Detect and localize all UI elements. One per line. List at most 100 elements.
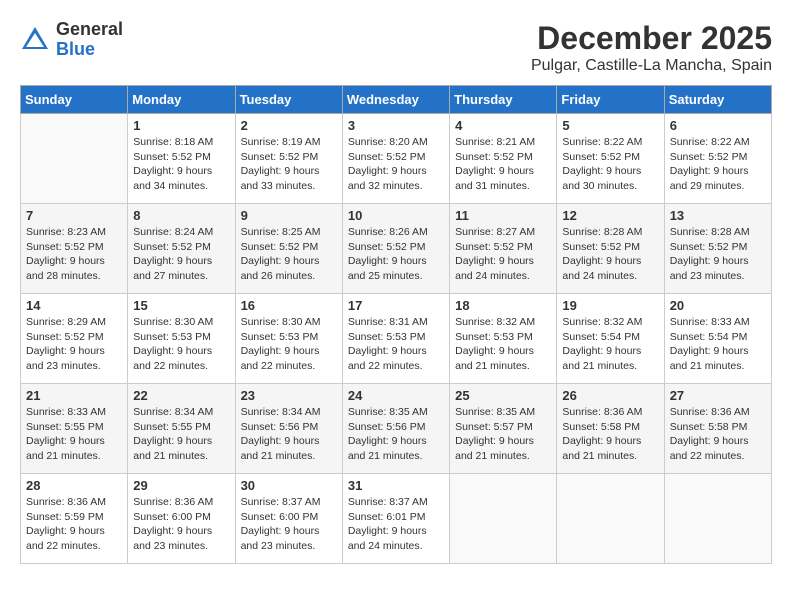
day-info: Sunrise: 8:34 AMSunset: 5:55 PMDaylight:… <box>133 405 229 464</box>
day-info: Sunrise: 8:35 AMSunset: 5:56 PMDaylight:… <box>348 405 444 464</box>
day-info: Sunrise: 8:20 AMSunset: 5:52 PMDaylight:… <box>348 135 444 194</box>
calendar-week-row: 28 Sunrise: 8:36 AMSunset: 5:59 PMDayligh… <box>21 474 772 564</box>
day-info: Sunrise: 8:37 AMSunset: 6:01 PMDaylight:… <box>348 495 444 554</box>
calendar-cell: 28 Sunrise: 8:36 AMSunset: 5:59 PMDayligh… <box>21 474 128 564</box>
day-number: 8 <box>133 208 229 223</box>
day-info: Sunrise: 8:37 AMSunset: 6:00 PMDaylight:… <box>241 495 337 554</box>
day-number: 13 <box>670 208 766 223</box>
calendar-cell: 11 Sunrise: 8:27 AMSunset: 5:52 PMDayligh… <box>450 204 557 294</box>
calendar-cell: 10 Sunrise: 8:26 AMSunset: 5:52 PMDayligh… <box>342 204 449 294</box>
day-info: Sunrise: 8:31 AMSunset: 5:53 PMDaylight:… <box>348 315 444 374</box>
calendar-cell: 21Sunrise: 8:33 AMSunset: 5:55 PMDayligh… <box>21 384 128 474</box>
calendar-cell: 27 Sunrise: 8:36 AMSunset: 5:58 PMDayligh… <box>664 384 771 474</box>
day-number: 23 <box>241 388 337 403</box>
calendar-week-row: 21Sunrise: 8:33 AMSunset: 5:55 PMDayligh… <box>21 384 772 474</box>
day-info: Sunrise: 8:33 AMSunset: 5:55 PMDaylight:… <box>26 405 122 464</box>
calendar-cell: 29 Sunrise: 8:36 AMSunset: 6:00 PMDayligh… <box>128 474 235 564</box>
day-number: 29 <box>133 478 229 493</box>
calendar-header-day: Monday <box>128 86 235 114</box>
day-info: Sunrise: 8:30 AMSunset: 5:53 PMDaylight:… <box>241 315 337 374</box>
day-number: 7 <box>26 208 122 223</box>
day-number: 16 <box>241 298 337 313</box>
day-info: Sunrise: 8:32 AMSunset: 5:53 PMDaylight:… <box>455 315 551 374</box>
day-info: Sunrise: 8:32 AMSunset: 5:54 PMDaylight:… <box>562 315 658 374</box>
calendar-header-day: Friday <box>557 86 664 114</box>
day-number: 25 <box>455 388 551 403</box>
logo-blue: Blue <box>56 40 123 60</box>
calendar-cell <box>21 114 128 204</box>
calendar-cell <box>450 474 557 564</box>
day-info: Sunrise: 8:36 AMSunset: 6:00 PMDaylight:… <box>133 495 229 554</box>
calendar-cell: 1 Sunrise: 8:18 AMSunset: 5:52 PMDaylight… <box>128 114 235 204</box>
day-info: Sunrise: 8:36 AMSunset: 5:59 PMDaylight:… <box>26 495 122 554</box>
calendar-header-day: Thursday <box>450 86 557 114</box>
calendar-cell: 2Sunrise: 8:19 AMSunset: 5:52 PMDaylight… <box>235 114 342 204</box>
day-info: Sunrise: 8:36 AMSunset: 5:58 PMDaylight:… <box>670 405 766 464</box>
day-info: Sunrise: 8:27 AMSunset: 5:52 PMDaylight:… <box>455 225 551 284</box>
calendar-cell: 16 Sunrise: 8:30 AMSunset: 5:53 PMDayligh… <box>235 294 342 384</box>
day-number: 14 <box>26 298 122 313</box>
day-info: Sunrise: 8:22 AMSunset: 5:52 PMDaylight:… <box>670 135 766 194</box>
day-info: Sunrise: 8:19 AMSunset: 5:52 PMDaylight:… <box>241 135 337 194</box>
day-number: 15 <box>133 298 229 313</box>
day-number: 28 <box>26 478 122 493</box>
calendar-cell: 24 Sunrise: 8:35 AMSunset: 5:56 PMDayligh… <box>342 384 449 474</box>
month-year: December 2025 <box>531 20 772 57</box>
calendar-cell: 18Sunrise: 8:32 AMSunset: 5:53 PMDayligh… <box>450 294 557 384</box>
logo-text: General Blue <box>56 20 123 60</box>
calendar-cell: 8Sunrise: 8:24 AMSunset: 5:52 PMDaylight… <box>128 204 235 294</box>
calendar-cell: 26Sunrise: 8:36 AMSunset: 5:58 PMDayligh… <box>557 384 664 474</box>
calendar-cell: 6 Sunrise: 8:22 AMSunset: 5:52 PMDaylight… <box>664 114 771 204</box>
calendar-header-row: SundayMondayTuesdayWednesdayThursdayFrid… <box>21 86 772 114</box>
logo-icon <box>20 25 50 55</box>
day-number: 27 <box>670 388 766 403</box>
calendar-week-row: 7 Sunrise: 8:23 AMSunset: 5:52 PMDaylight… <box>21 204 772 294</box>
calendar-cell <box>557 474 664 564</box>
calendar-cell: 25Sunrise: 8:35 AMSunset: 5:57 PMDayligh… <box>450 384 557 474</box>
logo-general: General <box>56 20 123 40</box>
calendar-cell: 22 Sunrise: 8:34 AMSunset: 5:55 PMDayligh… <box>128 384 235 474</box>
calendar-cell: 20Sunrise: 8:33 AMSunset: 5:54 PMDayligh… <box>664 294 771 384</box>
calendar-cell <box>664 474 771 564</box>
day-number: 6 <box>670 118 766 133</box>
day-number: 3 <box>348 118 444 133</box>
day-info: Sunrise: 8:29 AMSunset: 5:52 PMDaylight:… <box>26 315 122 374</box>
calendar-cell: 4 Sunrise: 8:21 AMSunset: 5:52 PMDaylight… <box>450 114 557 204</box>
day-number: 4 <box>455 118 551 133</box>
day-number: 9 <box>241 208 337 223</box>
day-info: Sunrise: 8:25 AMSunset: 5:52 PMDaylight:… <box>241 225 337 284</box>
day-number: 22 <box>133 388 229 403</box>
day-info: Sunrise: 8:28 AMSunset: 5:52 PMDaylight:… <box>562 225 658 284</box>
day-info: Sunrise: 8:34 AMSunset: 5:56 PMDaylight:… <box>241 405 337 464</box>
day-info: Sunrise: 8:33 AMSunset: 5:54 PMDaylight:… <box>670 315 766 374</box>
calendar-header-day: Tuesday <box>235 86 342 114</box>
day-info: Sunrise: 8:18 AMSunset: 5:52 PMDaylight:… <box>133 135 229 194</box>
day-number: 19 <box>562 298 658 313</box>
day-number: 24 <box>348 388 444 403</box>
day-number: 17 <box>348 298 444 313</box>
day-info: Sunrise: 8:28 AMSunset: 5:52 PMDaylight:… <box>670 225 766 284</box>
day-info: Sunrise: 8:21 AMSunset: 5:52 PMDaylight:… <box>455 135 551 194</box>
calendar-cell: 31Sunrise: 8:37 AMSunset: 6:01 PMDayligh… <box>342 474 449 564</box>
calendar-cell: 14 Sunrise: 8:29 AMSunset: 5:52 PMDayligh… <box>21 294 128 384</box>
day-info: Sunrise: 8:23 AMSunset: 5:52 PMDaylight:… <box>26 225 122 284</box>
logo: General Blue <box>20 20 123 60</box>
day-number: 1 <box>133 118 229 133</box>
calendar-table: SundayMondayTuesdayWednesdayThursdayFrid… <box>20 85 772 564</box>
location: Pulgar, Castille-La Mancha, Spain <box>531 57 772 75</box>
calendar-body: 1 Sunrise: 8:18 AMSunset: 5:52 PMDaylight… <box>21 114 772 564</box>
day-number: 26 <box>562 388 658 403</box>
calendar-header-day: Saturday <box>664 86 771 114</box>
day-info: Sunrise: 8:26 AMSunset: 5:52 PMDaylight:… <box>348 225 444 284</box>
day-number: 10 <box>348 208 444 223</box>
day-number: 12 <box>562 208 658 223</box>
calendar-week-row: 14 Sunrise: 8:29 AMSunset: 5:52 PMDayligh… <box>21 294 772 384</box>
calendar-cell: 30 Sunrise: 8:37 AMSunset: 6:00 PMDayligh… <box>235 474 342 564</box>
day-number: 30 <box>241 478 337 493</box>
day-number: 11 <box>455 208 551 223</box>
calendar-cell: 5Sunrise: 8:22 AMSunset: 5:52 PMDaylight… <box>557 114 664 204</box>
calendar-cell: 13 Sunrise: 8:28 AMSunset: 5:52 PMDayligh… <box>664 204 771 294</box>
title-block: December 2025 Pulgar, Castille-La Mancha… <box>531 20 772 75</box>
calendar-cell: 19 Sunrise: 8:32 AMSunset: 5:54 PMDayligh… <box>557 294 664 384</box>
calendar-cell: 7 Sunrise: 8:23 AMSunset: 5:52 PMDaylight… <box>21 204 128 294</box>
